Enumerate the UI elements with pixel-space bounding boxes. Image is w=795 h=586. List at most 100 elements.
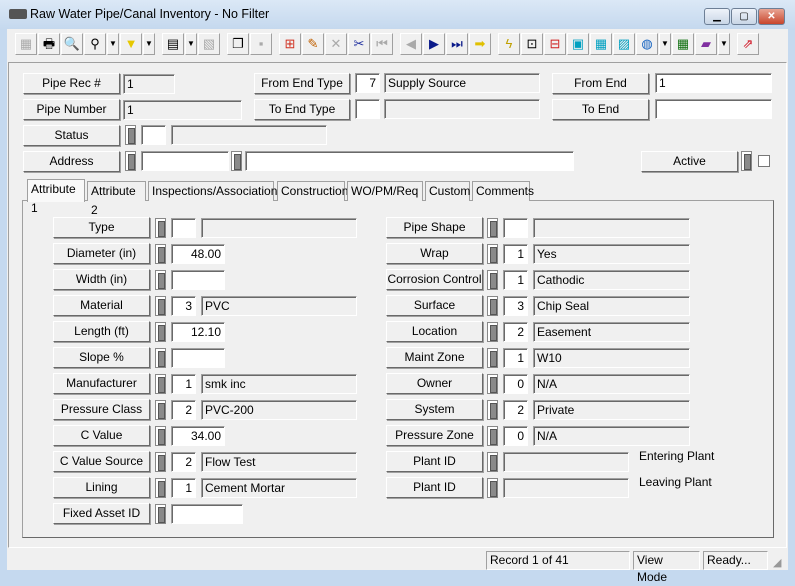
width-in-handle[interactable] (155, 270, 166, 290)
manufacturer-button[interactable]: Manufacturer (53, 373, 150, 394)
diameter-in-handle[interactable] (155, 244, 166, 264)
maint-zone-code[interactable]: 1 (503, 348, 528, 368)
pressure-zone-code[interactable]: 0 (503, 426, 528, 446)
maint-zone-button[interactable]: Maint Zone (386, 347, 483, 368)
cut-button[interactable]: ✂ (348, 33, 370, 55)
owner-lookup-handle[interactable] (487, 374, 498, 394)
from-end-type-button[interactable]: From End Type (254, 73, 350, 94)
material-lookup-handle[interactable] (155, 296, 166, 316)
find-button[interactable]: ⚲ (84, 33, 106, 55)
filter-button[interactable]: ▼ (120, 33, 142, 55)
close-button[interactable]: ✕ (758, 8, 785, 25)
print-preview-button[interactable]: 🔍 (61, 33, 83, 55)
tab-inspections-associations[interactable]: Inspections/Associations (148, 181, 283, 201)
to-end-field[interactable] (655, 99, 772, 119)
corrosion-control-button[interactable]: Corrosion Control (386, 269, 483, 290)
resize-grip-icon[interactable]: ◢ (773, 556, 781, 569)
location-button[interactable]: Location (386, 321, 483, 342)
print-button[interactable]: 🖶 (38, 33, 60, 55)
pressure-zone-button[interactable]: Pressure Zone (386, 425, 483, 446)
edit-button[interactable]: ✎ (302, 33, 324, 55)
next-record-button[interactable]: ▶ (423, 33, 445, 55)
tab-attribute-2[interactable]: Attribute 2 (87, 181, 146, 217)
system-button[interactable]: System (386, 399, 483, 420)
plant-id-field[interactable] (503, 478, 629, 498)
from-end-field[interactable]: 1 (655, 73, 772, 93)
material-code[interactable]: 3 (171, 296, 196, 316)
plant-id-button[interactable]: Plant ID (386, 477, 483, 498)
plant-id-lookup-handle[interactable] (487, 452, 498, 472)
corrosion-control-code[interactable]: 1 (503, 270, 528, 290)
address-street-field[interactable] (245, 151, 574, 171)
from-end-type-code[interactable]: 7 (355, 73, 380, 93)
type-lookup-handle[interactable] (155, 218, 166, 238)
c-value-handle[interactable] (155, 426, 166, 446)
maximize-button[interactable]: ▢ (731, 8, 757, 25)
status-button[interactable]: Status (23, 125, 120, 146)
first-record-button[interactable]: ⏮ (371, 33, 393, 55)
parcel-map-button[interactable]: ▨ (613, 33, 635, 55)
active-checkbox[interactable] (758, 155, 770, 167)
slope-field[interactable] (171, 348, 225, 368)
corrosion-control-lookup-handle[interactable] (487, 270, 498, 290)
width-in-button[interactable]: Width (in) (53, 269, 150, 290)
owner-code[interactable]: 0 (503, 374, 528, 394)
exit-button[interactable]: ⇗ (737, 33, 759, 55)
slope-handle[interactable] (155, 348, 166, 368)
add-record-button[interactable]: ⊞ (279, 33, 301, 55)
type-button[interactable]: Type (53, 217, 150, 238)
tab-custom[interactable]: Custom (425, 181, 470, 201)
report-button[interactable]: ▤ (162, 33, 184, 55)
network-button[interactable]: ⊟ (544, 33, 566, 55)
pipe-rec-button[interactable]: Pipe Rec # (23, 73, 120, 94)
to-end-type-button[interactable]: To End Type (254, 99, 350, 120)
slope-button[interactable]: Slope % (53, 347, 150, 368)
plant-id-button[interactable]: Plant ID (386, 451, 483, 472)
surface-lookup-handle[interactable] (487, 296, 498, 316)
address-button[interactable]: Address (23, 151, 120, 172)
system-code[interactable]: 2 (503, 400, 528, 420)
tab-attribute-1[interactable]: Attribute 1 (27, 179, 85, 215)
address-number-handle[interactable] (125, 151, 136, 171)
address-number-field[interactable] (141, 151, 229, 171)
active-handle[interactable] (741, 151, 752, 171)
surface-code[interactable]: 3 (503, 296, 528, 316)
tab-construction[interactable]: Construction (277, 181, 348, 201)
tab-wo-pm-req[interactable]: WO/PM/Req (347, 181, 423, 201)
maint-zone-lookup-handle[interactable] (487, 348, 498, 368)
lightning-button[interactable]: ϟ (498, 33, 520, 55)
dropdown-arrow-icon[interactable]: ▼ (143, 33, 155, 55)
book-button[interactable]: ▰ (695, 33, 717, 55)
pressure-class-code[interactable]: 2 (171, 400, 196, 420)
type-code[interactable] (171, 218, 196, 238)
pressure-class-lookup-handle[interactable] (155, 400, 166, 420)
status-code-field[interactable] (141, 125, 166, 145)
calculator-button[interactable]: ▦ (590, 33, 612, 55)
plant-id-field[interactable] (503, 452, 629, 472)
manufacturer-code[interactable]: 1 (171, 374, 196, 394)
wrap-code[interactable]: 1 (503, 244, 528, 264)
pipe-shape-code[interactable] (503, 218, 528, 238)
length-ft-handle[interactable] (155, 322, 166, 342)
length-ft-button[interactable]: Length (ft) (53, 321, 150, 342)
length-ft-field[interactable]: 12.10 (171, 322, 225, 342)
status-lookup-handle[interactable] (125, 125, 136, 145)
from-end-button[interactable]: From End (552, 73, 649, 94)
pipe-shape-lookup-handle[interactable] (487, 218, 498, 238)
save-button[interactable]: ▪ (250, 33, 272, 55)
surface-button[interactable]: Surface (386, 295, 483, 316)
diameter-in-field[interactable]: 48.00 (171, 244, 225, 264)
c-value-source-lookup-handle[interactable] (155, 452, 166, 472)
c-value-source-button[interactable]: C Value Source (53, 451, 150, 472)
lining-button[interactable]: Lining (53, 477, 150, 498)
wrap-button[interactable]: Wrap (386, 243, 483, 264)
tab-comments[interactable]: Comments (472, 181, 534, 201)
map-button[interactable]: ▣ (567, 33, 589, 55)
fixed-asset-id-field[interactable] (171, 504, 243, 524)
dropdown-arrow-icon[interactable]: ▼ (659, 33, 671, 55)
pipe-number-field[interactable]: 1 (123, 100, 242, 120)
fixed-asset-id-button[interactable]: Fixed Asset ID (53, 503, 150, 524)
wrap-lookup-handle[interactable] (487, 244, 498, 264)
diagram-button[interactable]: ⊡ (521, 33, 543, 55)
delete-button[interactable]: ✕ (325, 33, 347, 55)
